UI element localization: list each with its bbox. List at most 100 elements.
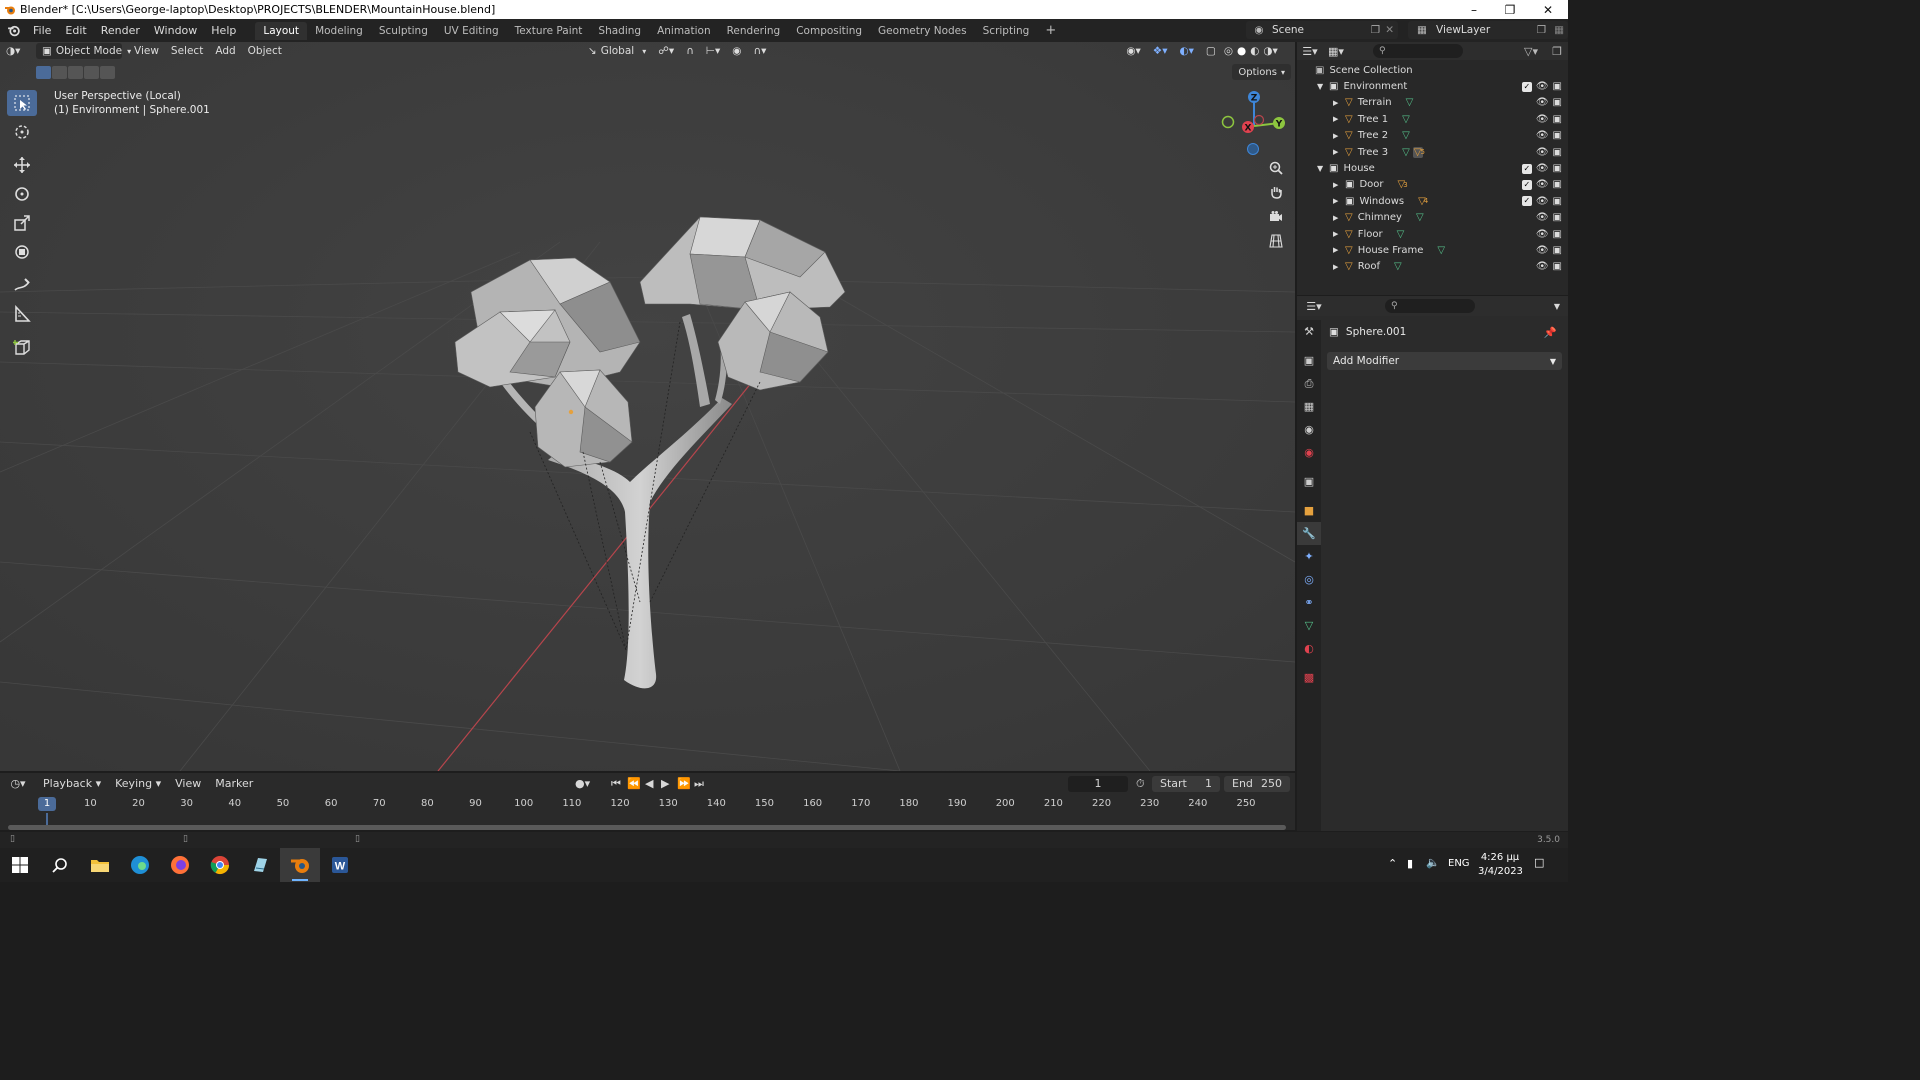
constraints-tab-icon[interactable]: ⚭ xyxy=(1297,591,1321,614)
eye-icon[interactable]: 👁 xyxy=(1536,130,1549,141)
playback-menu[interactable]: Playback ▾ xyxy=(36,777,108,790)
add-modifier-dropdown[interactable]: Add Modifier ▼ xyxy=(1327,352,1562,370)
viewport-menu-add[interactable]: Add xyxy=(209,43,241,59)
texture-tab-icon[interactable]: ▩ xyxy=(1297,666,1321,689)
eye-icon[interactable]: 👁 xyxy=(1536,179,1549,190)
viewport-menu-select[interactable]: Select xyxy=(165,43,209,59)
eye-icon[interactable]: 👁 xyxy=(1536,196,1549,207)
world-tab-icon[interactable]: ◉ xyxy=(1297,441,1321,464)
battery-icon[interactable]: ▮ xyxy=(1407,857,1413,870)
mesh-data-icon[interactable]: ▽ xyxy=(1406,97,1414,108)
mesh-data-icon[interactable]: ▽ xyxy=(1402,130,1410,141)
select-box-tool-icon[interactable] xyxy=(7,90,37,116)
perspective-toggle-icon[interactable] xyxy=(1265,230,1287,252)
play-reverse-icon[interactable]: ◀ xyxy=(645,777,653,790)
zoom-icon[interactable] xyxy=(1265,157,1287,179)
scene-collection-row[interactable]: ▣ Scene Collection xyxy=(1297,62,1568,78)
outliner-panel[interactable]: ☰▾ ▦▾ ⚲ ▽▾ ❐ ▣ Scene Collection ▼ ▣ Envi… xyxy=(1297,42,1568,295)
expand-arrow-icon[interactable]: ▶ xyxy=(1333,99,1345,107)
delete-scene-icon[interactable]: ✕ xyxy=(1385,24,1394,36)
menu-edit[interactable]: Edit xyxy=(58,24,93,37)
collection-tab-icon[interactable]: ▣ xyxy=(1297,470,1321,493)
eye-icon[interactable]: 👁 xyxy=(1536,163,1549,174)
tab-modeling[interactable]: Modeling xyxy=(307,22,371,40)
language-indicator[interactable]: ENG xyxy=(1448,858,1470,869)
editor-type-button[interactable]: ◑▾ xyxy=(0,43,36,59)
mesh-data-icon[interactable]: ▽ xyxy=(1397,229,1405,240)
material-tab-icon[interactable]: ◐ xyxy=(1297,637,1321,660)
tab-layout[interactable]: Layout xyxy=(255,21,308,40)
chrome-icon[interactable] xyxy=(200,848,240,882)
new-view-layer-icon[interactable]: ❐ xyxy=(1537,24,1546,36)
expand-arrow-icon[interactable]: ▶ xyxy=(1333,132,1345,140)
camera-icon[interactable]: ▣ xyxy=(1553,261,1562,272)
axis-gizmo[interactable]: Z Y X xyxy=(1214,86,1294,166)
view-layer-tab-icon[interactable]: ▦ xyxy=(1297,395,1321,418)
tab-scripting[interactable]: Scripting xyxy=(975,22,1038,40)
timeline-view-menu[interactable]: View xyxy=(168,777,208,790)
select-new-icon[interactable] xyxy=(36,66,51,79)
frame-ruler[interactable]: 1 10 20 30 40 50 60 70 80 90 100 110 120 130 140 150 160… xyxy=(0,795,1295,814)
tab-shading[interactable]: Shading xyxy=(590,22,649,40)
restore-button[interactable]: ❐ xyxy=(1492,0,1528,19)
object-data-tab-icon[interactable]: ▽ xyxy=(1297,614,1321,637)
search-icon[interactable] xyxy=(40,848,80,882)
add-workspace-button[interactable]: + xyxy=(1037,20,1064,41)
transform-orientation-selector[interactable]: ↘ Global ▾ xyxy=(582,43,652,59)
view-layer-selector[interactable]: ▦ ViewLayer ❐ ▦ xyxy=(1408,21,1568,39)
object-row-tree-1[interactable]: ▶ ▽ Tree 1 ▽ 👁 ▣ xyxy=(1297,111,1568,127)
select-intersect-icon[interactable] xyxy=(100,66,115,79)
blender-taskbar-icon[interactable] xyxy=(280,848,320,882)
camera-icon[interactable]: ▣ xyxy=(1553,114,1562,125)
select-extend-icon[interactable] xyxy=(52,66,67,79)
solid-shading-icon[interactable]: ● xyxy=(1235,43,1248,59)
collection-row-windows[interactable]: ▶ ▣ Windows ▽ 4 ✓ 👁 ▣ xyxy=(1297,193,1568,209)
tab-animation[interactable]: Animation xyxy=(649,22,719,40)
physics-tab-icon[interactable]: ◎ xyxy=(1297,568,1321,591)
object-row-terrain[interactable]: ▶ ▽ Terrain ▽ 👁 ▣ xyxy=(1297,95,1568,111)
blender-menu-icon[interactable] xyxy=(0,24,26,37)
outliner-search-input[interactable]: ⚲ xyxy=(1373,44,1463,58)
expand-arrow-icon[interactable]: ▶ xyxy=(1333,214,1345,222)
exclude-checkbox[interactable]: ✓ xyxy=(1521,196,1532,207)
cursor-tool-icon[interactable] xyxy=(7,119,37,145)
eye-icon[interactable]: 👁 xyxy=(1536,229,1549,240)
volume-icon[interactable]: 🔈 xyxy=(1426,856,1440,869)
collection-row-environment[interactable]: ▼ ▣ Environment ✓ 👁 ▣ xyxy=(1297,78,1568,94)
object-row-floor[interactable]: ▶ ▽ Floor ▽ 👁 ▣ xyxy=(1297,226,1568,242)
tab-rendering[interactable]: Rendering xyxy=(719,22,789,40)
marker-menu[interactable]: Marker xyxy=(208,777,260,790)
expand-arrow-icon[interactable]: ▶ xyxy=(1333,181,1345,189)
stopwatch-icon[interactable]: ⏱ xyxy=(1136,777,1145,791)
scale-tool-icon[interactable] xyxy=(7,210,37,236)
jump-keyframe-back-icon[interactable]: ⏪ xyxy=(627,777,641,790)
visibility-selectability-icon[interactable]: ◉▾ xyxy=(1120,43,1146,59)
file-explorer-icon[interactable] xyxy=(80,848,120,882)
eye-icon[interactable]: 👁 xyxy=(1536,245,1549,256)
word-icon[interactable]: W xyxy=(320,848,360,882)
tab-uv-editing[interactable]: UV Editing xyxy=(436,22,507,40)
scene-tab-icon[interactable]: ◉ xyxy=(1297,418,1321,441)
tab-sculpting[interactable]: Sculpting xyxy=(371,22,436,40)
mesh-data-icon[interactable]: ▽ xyxy=(1416,212,1424,223)
snap-icon[interactable]: ∩ xyxy=(680,43,700,59)
camera-icon[interactable]: ▣ xyxy=(1553,229,1562,240)
start-frame-field[interactable]: Start 1 xyxy=(1152,776,1220,792)
end-frame-field[interactable]: End 250 xyxy=(1224,776,1290,792)
expand-arrow-icon[interactable]: ▶ xyxy=(1333,230,1345,238)
rotate-tool-icon[interactable] xyxy=(7,181,37,207)
expand-arrow-icon[interactable]: ▶ xyxy=(1333,148,1345,156)
exclude-checkbox[interactable]: ✓ xyxy=(1521,179,1532,190)
menu-file[interactable]: File xyxy=(26,24,58,37)
proportional-editing-icon[interactable]: ◉ xyxy=(726,43,747,59)
exclude-checkbox[interactable]: ✓ xyxy=(1521,81,1532,92)
tab-geometry-nodes[interactable]: Geometry Nodes xyxy=(870,22,975,40)
options-button[interactable]: Options ▾ xyxy=(1232,64,1291,80)
jump-keyframe-forward-icon[interactable]: ⏩ xyxy=(677,777,691,790)
camera-icon[interactable]: ▣ xyxy=(1553,163,1562,174)
add-cube-tool-icon[interactable] xyxy=(7,334,37,360)
measure-tool-icon[interactable] xyxy=(7,301,37,327)
mesh-data-icon[interactable]: ▽ xyxy=(1402,147,1410,158)
mesh-data-icon[interactable]: ▽ xyxy=(1437,245,1445,256)
gizmo-toggle-icon[interactable]: ❖▾ xyxy=(1147,43,1174,59)
